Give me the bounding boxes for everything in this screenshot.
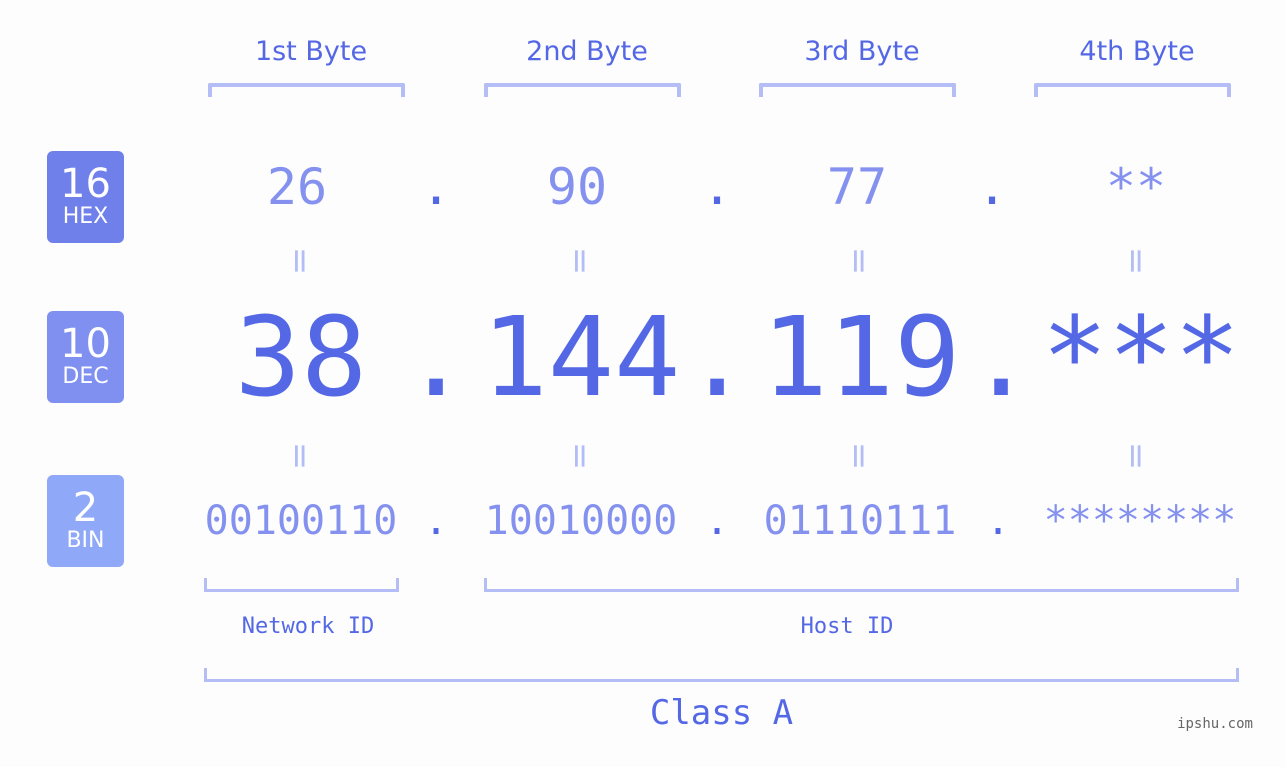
hex-badge-number: 16 [60,161,111,207]
hex-badge: 16 HEX [47,151,124,243]
dec-byte-2: 144 [481,293,681,421]
dec-byte-3: 119 [761,293,961,421]
bin-byte-2: 10010000 [484,498,678,544]
bin-dot-1: . [423,498,449,544]
dec-byte-1: 38 [234,293,368,421]
network-id-label: Network ID [241,614,375,639]
equals-icon: = [1116,246,1156,276]
hex-byte-2: 90 [546,158,608,216]
bin-byte-4: ******** [1043,498,1237,544]
hex-dot-3: . [976,158,1008,216]
byte-bracket-2 [484,83,681,97]
bin-byte-3: 01110111 [763,498,957,544]
watermark: ipshu.com [1177,716,1253,732]
byte-header-1: 1st Byte [254,36,368,67]
dec-dot-3: . [968,293,1035,421]
byte-bracket-4 [1034,83,1231,97]
equals-icon: = [560,441,600,471]
equals-icon: = [280,441,320,471]
bin-byte-1: 00100110 [204,498,398,544]
equals-icon: = [1116,441,1156,471]
bin-badge-name: BIN [66,528,105,553]
byte-header-4: 4th Byte [1079,36,1195,67]
host-id-bracket [484,578,1239,592]
bin-dot-2: . [704,498,730,544]
hex-dot-1: . [420,158,452,216]
class-label: Class A [649,693,794,733]
hex-badge-name: HEX [62,204,109,229]
dec-byte-4: *** [1041,293,1241,421]
equals-icon: = [560,246,600,276]
dec-dot-2: . [684,293,751,421]
dec-badge-name: DEC [62,364,109,389]
hex-byte-1: 26 [266,158,328,216]
bin-badge: 2 BIN [47,475,124,567]
equals-icon: = [280,246,320,276]
equals-icon: = [839,246,879,276]
equals-icon: = [839,441,879,471]
byte-bracket-1 [208,83,405,97]
byte-bracket-3 [759,83,956,97]
byte-header-2: 2nd Byte [526,36,648,67]
host-id-label: Host ID [800,614,894,639]
hex-dot-2: . [701,158,733,216]
network-id-bracket [204,578,399,592]
bin-badge-number: 2 [72,485,99,531]
bin-dot-3: . [985,498,1011,544]
dec-badge-number: 10 [60,321,111,367]
byte-header-3: 3rd Byte [804,36,920,67]
hex-byte-4: ** [1105,158,1167,216]
hex-byte-3: 77 [826,158,888,216]
dec-badge: 10 DEC [47,311,124,403]
dec-dot-1: . [403,293,470,421]
class-bracket [204,668,1239,682]
